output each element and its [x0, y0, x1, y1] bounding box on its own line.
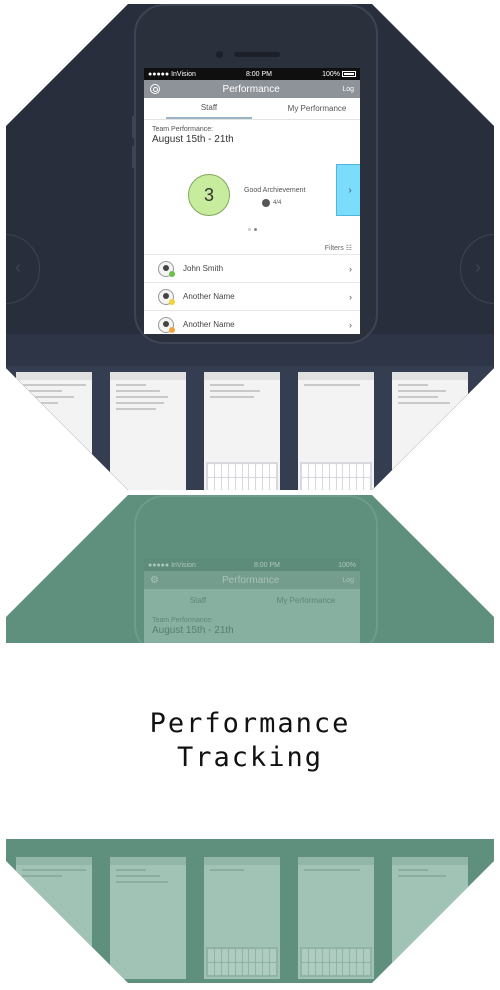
avatar [158, 316, 175, 333]
thumbnail-screen [16, 857, 92, 979]
chevron-right-icon: › [348, 184, 352, 196]
carousel-dot-active[interactable] [254, 228, 257, 231]
keyboard [300, 462, 372, 490]
status-dot [169, 298, 175, 305]
date-range: August 15th - 21th [152, 134, 234, 145]
battery-icon [341, 70, 356, 77]
tab-bar: Staff My Performance [144, 589, 360, 611]
carrier-label: ●●●●● InVision [148, 561, 196, 569]
battery-indicator: 100% [322, 71, 356, 78]
time-label: 8:00 PM [253, 561, 281, 569]
avatar [158, 260, 175, 277]
avatar [158, 288, 175, 305]
score-circle: 3 [188, 174, 230, 216]
log-button: Log [342, 576, 354, 584]
log-button[interactable]: Log [342, 86, 354, 93]
phone-showcase-panel: ‹ › ●●●●● InVision 8:00 PM 100% Performa… [6, 4, 494, 490]
thumbnail-screen[interactable] [16, 372, 92, 490]
achievement-status: Good Archievement [244, 187, 306, 194]
achievement-count: 4/4 [262, 199, 281, 207]
time-label: 8:00 PM [245, 70, 273, 78]
status-bar: ●●●●● InVision 8:00 PM 100% [144, 68, 360, 80]
thumbnail-screen[interactable] [298, 372, 374, 490]
speaker-grille [234, 52, 280, 57]
tab-bar: Staff My Performance [144, 98, 360, 120]
status-dot [169, 326, 175, 333]
caption-panel: ●●●●● InVision 8:00 PM 100% ⚙ Performanc… [6, 495, 494, 983]
screen-thumbnails [6, 372, 494, 490]
chevron-left-icon: ‹ [15, 257, 21, 277]
chevron-right-icon: › [349, 263, 352, 274]
next-slide-button[interactable]: › [460, 234, 494, 304]
thumbnail-screen[interactable] [204, 372, 280, 490]
thumbnail-screen [110, 857, 186, 979]
status-dot [169, 270, 175, 277]
thumbnail-screen [204, 857, 280, 979]
nav-title: Performance [222, 83, 280, 95]
phone-screen: ●●●●● InVision 8:00 PM 100% Performance … [144, 68, 360, 334]
volume-button [132, 146, 135, 168]
chevron-right-icon: › [349, 291, 352, 302]
chevron-right-icon: › [475, 257, 481, 277]
tab-my-performance[interactable]: My Performance [274, 98, 360, 119]
filters-label: Filters [324, 245, 344, 252]
camera-icon [216, 51, 223, 58]
thumbnail-screen[interactable] [110, 372, 186, 490]
tab-my-performance: My Performance [276, 595, 336, 605]
person-name: Another Name [183, 292, 235, 301]
status-bar: ●●●●● InVision 8:00 PM 100% [144, 559, 360, 571]
carrier-label: ●●●●● InVision [148, 70, 196, 78]
battery-label: 100% [338, 561, 356, 569]
carousel-dots [248, 228, 257, 231]
battery-label: 100% [322, 70, 340, 78]
caption-line-2: Tracking [176, 742, 324, 773]
nav-bar: ⚙ Performance Log [144, 571, 360, 589]
user-icon [262, 199, 270, 207]
gear-icon: ⚙ [150, 574, 159, 586]
tab-staff[interactable]: Staff [166, 98, 252, 119]
thumbnail-screen[interactable] [392, 372, 468, 490]
list-item[interactable]: John Smith › [144, 254, 360, 282]
keyboard [206, 462, 278, 490]
team-performance-label: Team Performance: [152, 617, 214, 624]
previous-slide-button[interactable]: ‹ [6, 234, 40, 304]
nav-title: Performance [222, 574, 280, 586]
volume-button [132, 116, 135, 138]
screen-thumbnails-tinted [6, 857, 494, 983]
team-performance-label: Team Performance: [152, 126, 214, 133]
caption-line-1: Performance [149, 708, 351, 739]
tab-staff: Staff [189, 595, 207, 605]
gear-icon[interactable] [150, 84, 160, 94]
list-item[interactable]: Another Name › [144, 310, 360, 334]
person-name: Another Name [183, 320, 235, 329]
filters-button[interactable]: Filters ☷ [325, 244, 352, 252]
nav-bar: Performance Log [144, 80, 360, 98]
list-item[interactable]: Another Name › [144, 282, 360, 310]
next-card-button[interactable]: › [336, 164, 360, 216]
count-label: 4/4 [273, 200, 282, 206]
caption-band: Performance Tracking [6, 643, 494, 839]
person-name: John Smith [183, 264, 224, 273]
thumbnail-screen [392, 857, 468, 979]
sliders-icon: ☷ [345, 245, 352, 252]
chevron-right-icon: › [349, 319, 352, 330]
date-range: August 15th - 21th [152, 625, 234, 636]
thumbnail-screen [298, 857, 374, 979]
carousel-dot[interactable] [248, 228, 251, 231]
